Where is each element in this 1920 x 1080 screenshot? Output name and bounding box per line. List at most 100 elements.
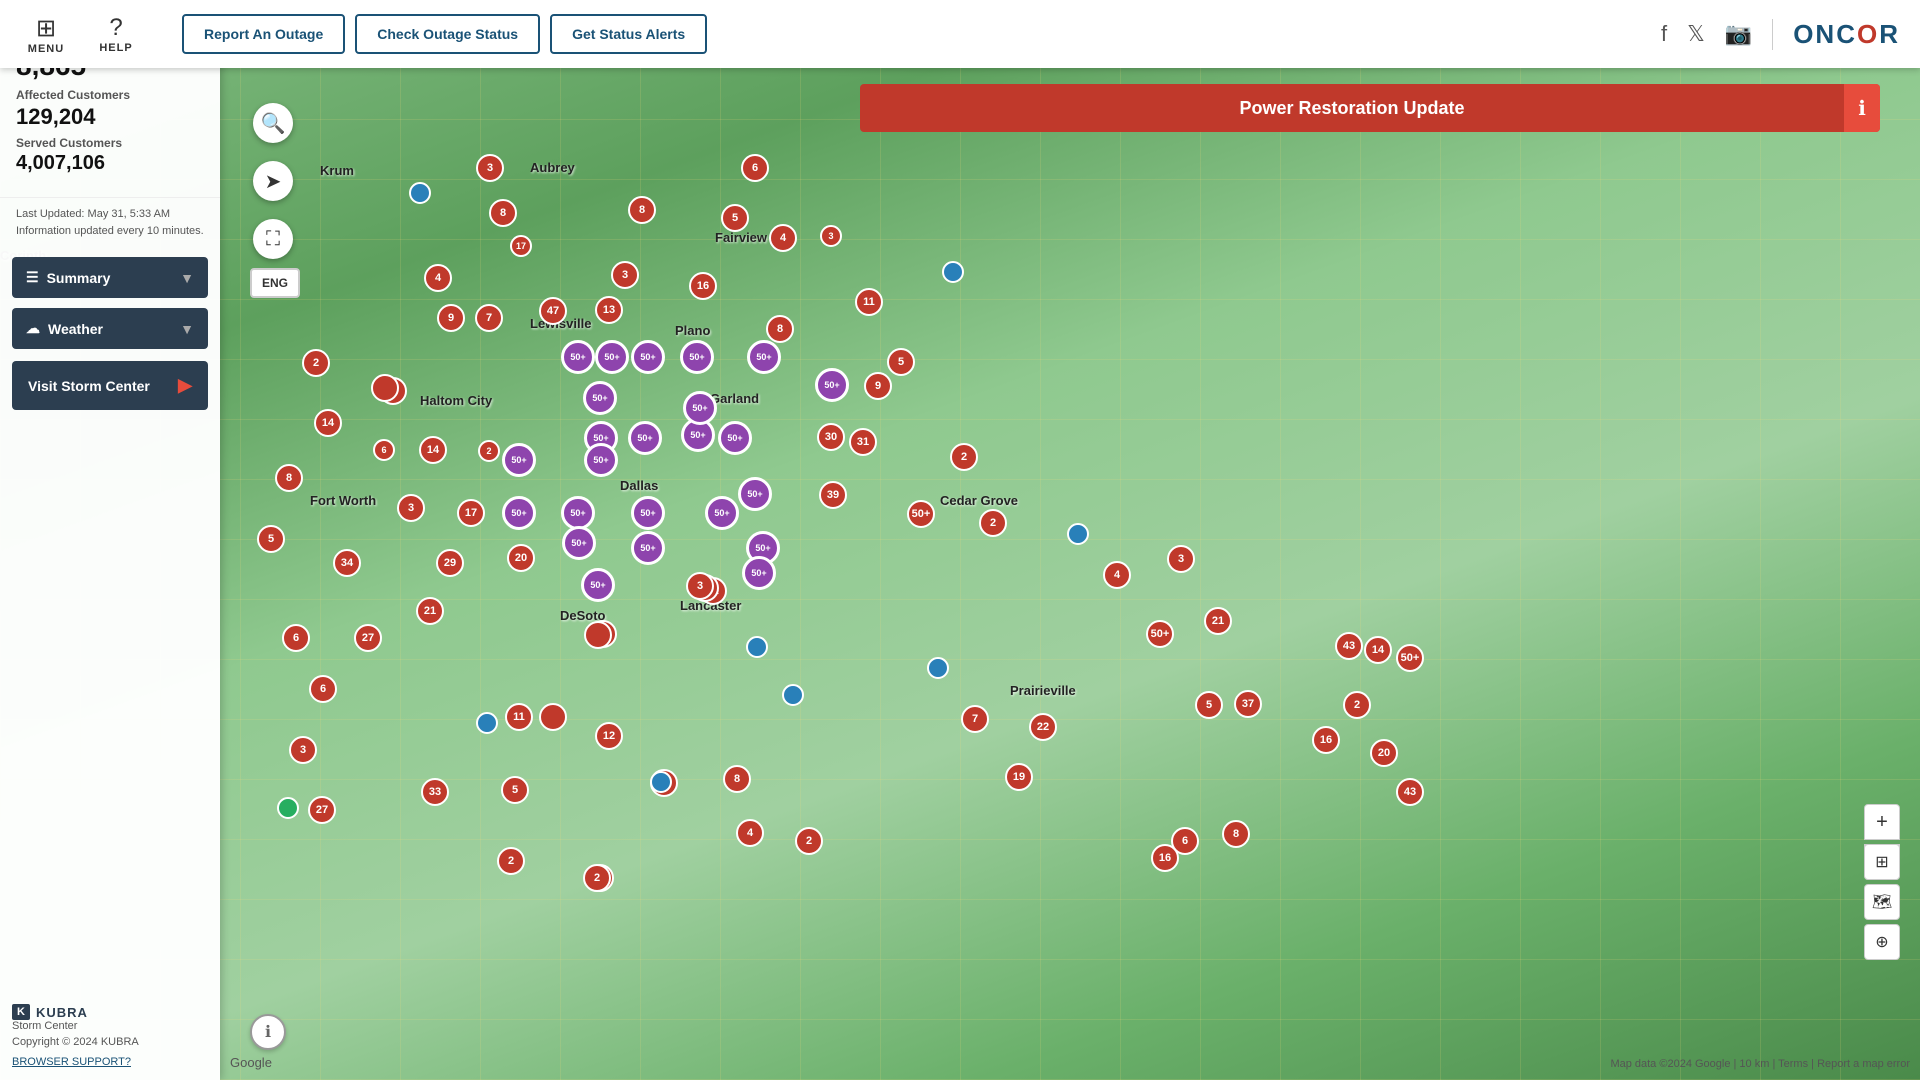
language-button[interactable]: ENG	[250, 268, 300, 298]
marker-outage[interactable]: 8	[489, 199, 517, 227]
marker-outage[interactable]: 6	[282, 624, 310, 652]
marker-outage[interactable]: 37	[1234, 690, 1262, 718]
marker-outage[interactable]: 43	[1335, 632, 1363, 660]
marker-outage[interactable]: 27	[354, 624, 382, 652]
cluster-marker[interactable]: 50+	[595, 340, 629, 374]
get-alerts-button[interactable]: Get Status Alerts	[550, 14, 707, 54]
summary-menu-item[interactable]: ☰ Summary ▼	[12, 257, 208, 298]
cluster-marker[interactable]: 50+	[561, 496, 595, 530]
cluster-marker[interactable]: 50+	[581, 568, 615, 602]
marker-blue[interactable]	[650, 771, 672, 793]
twitter-icon[interactable]: 𝕏	[1687, 21, 1705, 47]
cluster-marker[interactable]: 50+	[583, 381, 617, 415]
zoom-in-button[interactable]: +	[1864, 804, 1900, 840]
map-settings-button[interactable]: ⊕	[1864, 924, 1900, 960]
marker-blue[interactable]	[1067, 523, 1089, 545]
cluster-marker[interactable]: 50+	[628, 421, 662, 455]
marker-outage[interactable]: 33	[421, 778, 449, 806]
cluster-marker[interactable]: 50+	[738, 477, 772, 511]
marker-outage[interactable]: 5	[501, 776, 529, 804]
marker-outage[interactable]: 3	[397, 494, 425, 522]
instagram-icon[interactable]: 📷	[1725, 21, 1752, 47]
marker-outage[interactable]	[409, 182, 431, 204]
marker-outage[interactable]: 8	[766, 315, 794, 343]
marker-outage[interactable]: 43	[1396, 778, 1424, 806]
cluster-marker[interactable]: 50+	[631, 340, 665, 374]
cluster-marker[interactable]: 50+	[584, 443, 618, 477]
marker-outage[interactable]: 14	[1364, 636, 1392, 664]
marker-outage[interactable]: 14	[314, 409, 342, 437]
marker-outage[interactable]: 6	[309, 675, 337, 703]
marker-outage[interactable]: 8	[1222, 820, 1250, 848]
visit-storm-center-button[interactable]: Visit Storm Center ▶	[12, 361, 208, 410]
marker-outage[interactable]: 6	[373, 439, 395, 461]
fullscreen-button[interactable]: ⛶	[253, 219, 293, 259]
cluster-marker[interactable]: 50+	[680, 340, 714, 374]
marker-outage[interactable]: 12	[595, 722, 623, 750]
marker-outage[interactable]: 50+	[1396, 644, 1424, 672]
cluster-marker[interactable]: 50+	[561, 340, 595, 374]
marker-outage[interactable]: 4	[424, 264, 452, 292]
marker-outage[interactable]: 30	[817, 423, 845, 451]
marker-outage[interactable]: 2	[497, 847, 525, 875]
marker-outage[interactable]: 3	[1167, 545, 1195, 573]
marker-outage[interactable]: 8	[275, 464, 303, 492]
info-circle-icon[interactable]: ℹ	[250, 1014, 286, 1050]
report-outage-button[interactable]: Report An Outage	[182, 14, 345, 54]
marker-blue[interactable]	[746, 636, 768, 658]
search-button[interactable]: 🔍	[253, 103, 293, 143]
facebook-icon[interactable]: f	[1661, 21, 1667, 47]
power-banner-info-icon[interactable]: ℹ	[1844, 84, 1880, 132]
marker-outage[interactable]: 2	[979, 509, 1007, 537]
marker-outage[interactable]: 20	[507, 544, 535, 572]
power-restoration-banner[interactable]: Power Restoration Update ℹ	[860, 84, 1880, 132]
marker-outage[interactable]: 3	[611, 261, 639, 289]
marker-blue[interactable]	[942, 261, 964, 283]
marker-outage[interactable]: 17	[457, 499, 485, 527]
marker-outage[interactable]: 8	[723, 765, 751, 793]
marker-outage[interactable]: 9	[437, 304, 465, 332]
cluster-marker[interactable]: 50+	[502, 496, 536, 530]
marker-outage[interactable]	[371, 374, 399, 402]
marker-outage[interactable]: 27	[308, 796, 336, 824]
marker-outage[interactable]: 9	[864, 372, 892, 400]
marker-outage[interactable]: 4	[769, 224, 797, 252]
marker-outage[interactable]: 50+	[1146, 620, 1174, 648]
marker-outage[interactable]: 14	[419, 436, 447, 464]
cluster-marker[interactable]: 50+	[683, 391, 717, 425]
marker-outage[interactable]: 50+	[907, 500, 935, 528]
marker-outage[interactable]: 2	[795, 827, 823, 855]
marker-outage[interactable]: 3	[820, 225, 842, 247]
marker-outage[interactable]: 21	[416, 597, 444, 625]
marker-outage[interactable]: 13	[595, 296, 623, 324]
marker-outage[interactable]: 21	[1204, 607, 1232, 635]
cluster-marker[interactable]: 50+	[742, 556, 776, 590]
cluster-marker[interactable]: 50+	[502, 443, 536, 477]
map-info-button[interactable]: ℹ	[250, 1014, 286, 1050]
cluster-marker[interactable]: 50+	[631, 531, 665, 565]
marker-blue[interactable]	[927, 657, 949, 679]
marker-outage[interactable]: 2	[1343, 691, 1371, 719]
weather-menu-item[interactable]: ☁ Weather ▼	[12, 308, 208, 349]
marker-outage[interactable]: 20	[1370, 739, 1398, 767]
marker-outage[interactable]: 5	[887, 348, 915, 376]
cluster-marker[interactable]: 50+	[815, 368, 849, 402]
marker-outage[interactable]: 11	[855, 288, 883, 316]
marker-outage[interactable]: 8	[628, 196, 656, 224]
cluster-marker[interactable]: 50+	[562, 526, 596, 560]
marker-outage[interactable]: 16	[1312, 726, 1340, 754]
marker-outage[interactable]: 2	[950, 443, 978, 471]
marker-outage[interactable]: 39	[819, 481, 847, 509]
marker-outage[interactable]: 11	[505, 703, 533, 731]
marker-outage[interactable]: 16	[689, 272, 717, 300]
location-button[interactable]: ➤	[253, 161, 293, 201]
map-type-button[interactable]: 🗺	[1864, 884, 1900, 920]
marker-outage[interactable]: 16	[1151, 844, 1179, 872]
menu-button[interactable]: ⊞ MENU	[16, 4, 76, 64]
cluster-marker[interactable]: 50+	[718, 421, 752, 455]
browser-support-link[interactable]: BROWSER SUPPORT?	[12, 1056, 131, 1068]
marker-blue[interactable]	[782, 684, 804, 706]
marker-outage[interactable]: 3	[686, 572, 714, 600]
check-status-button[interactable]: Check Outage Status	[355, 14, 540, 54]
marker-outage[interactable]: 34	[333, 549, 361, 577]
